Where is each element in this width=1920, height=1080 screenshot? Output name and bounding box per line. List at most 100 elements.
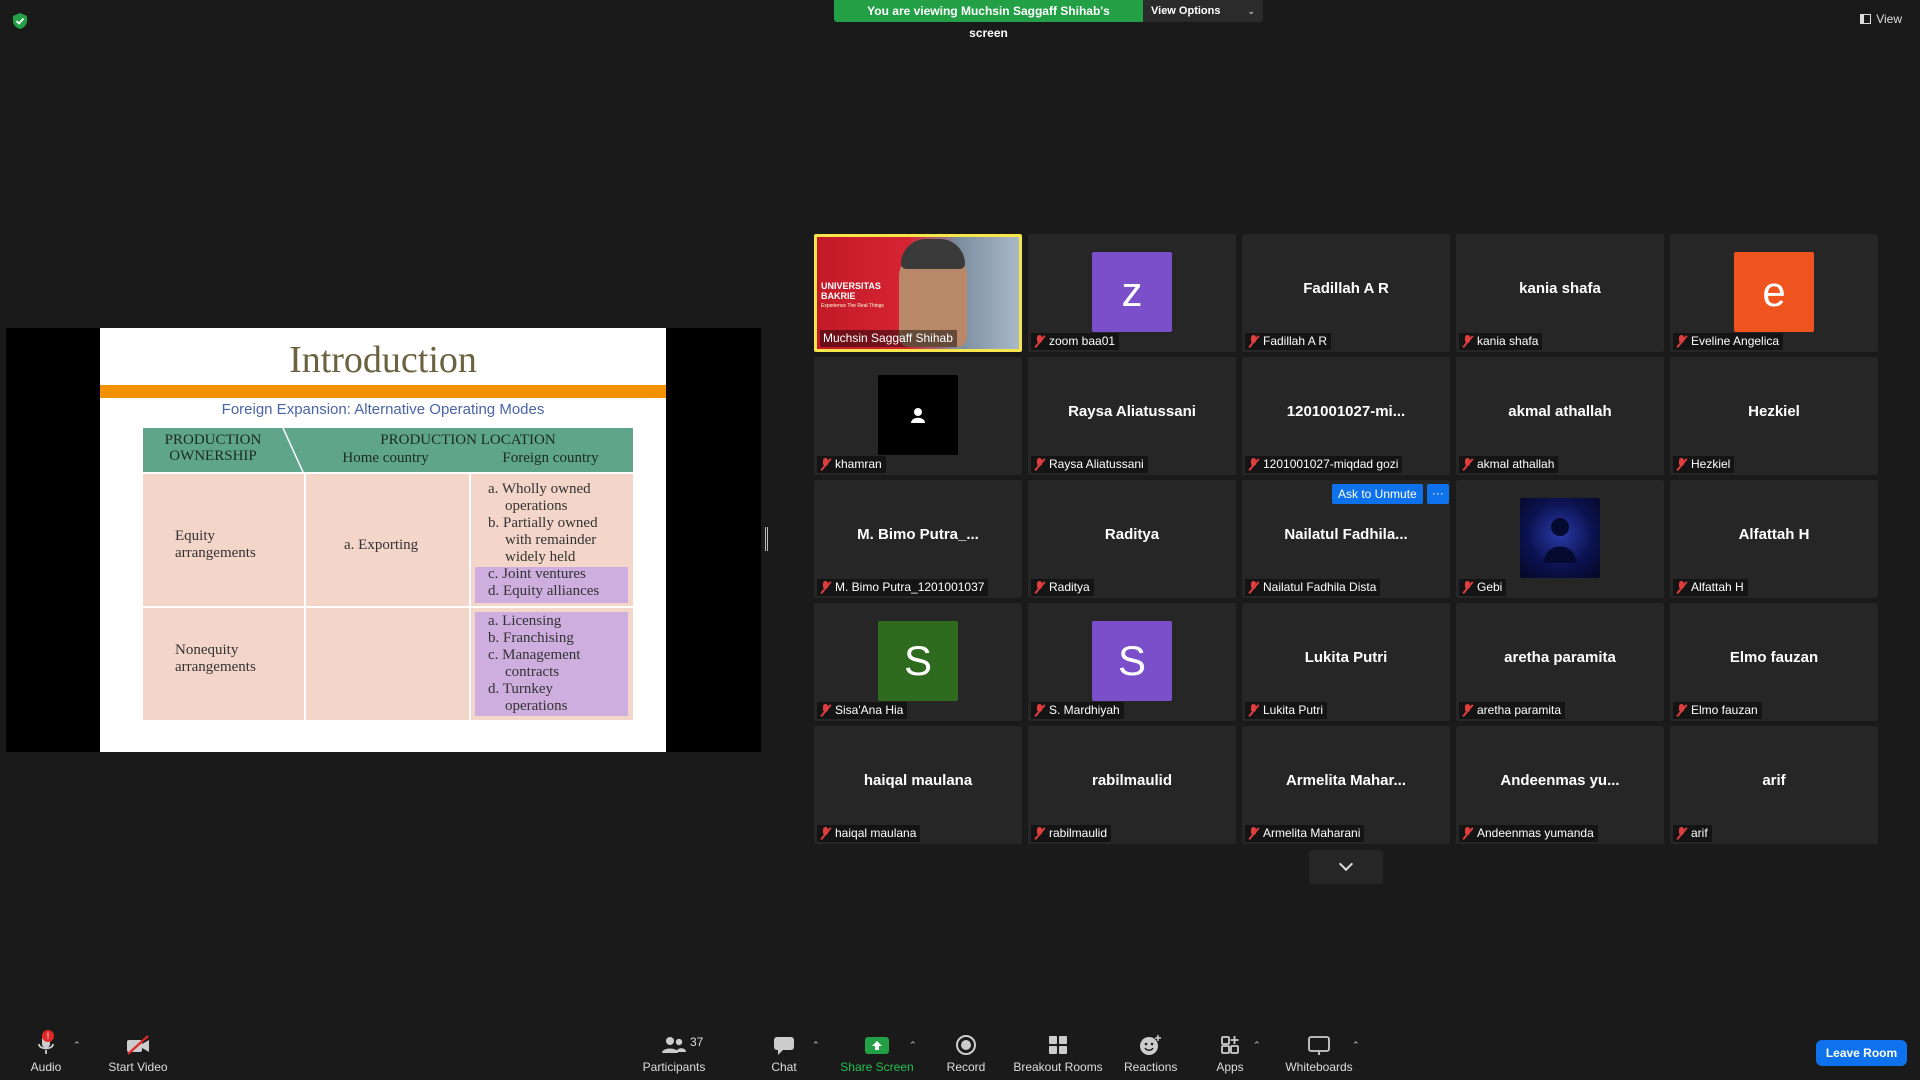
- participant-tile[interactable]: Raysa Aliatussani Raysa Aliatussani: [1028, 357, 1236, 475]
- participant-tile[interactable]: Raditya Raditya: [1028, 480, 1236, 598]
- participant-name-label: Lukita Putri: [1245, 702, 1328, 719]
- participant-name-label: Armelita Maharani: [1245, 825, 1365, 842]
- view-options-button[interactable]: View Options ⌄: [1143, 0, 1263, 22]
- participant-tile[interactable]: Hezkiel Hezkiel: [1670, 357, 1878, 475]
- participant-tile[interactable]: Armelita Mahar... Armelita Maharani: [1242, 726, 1450, 844]
- reactions-button[interactable]: Reactions: [1124, 1032, 1177, 1074]
- slide-title: Introduction: [289, 339, 477, 381]
- participant-display-name: Lukita Putri: [1304, 649, 1388, 666]
- start-video-button[interactable]: Start Video: [108, 1032, 168, 1074]
- participants-label: Participants: [642, 1060, 706, 1074]
- muted-microphone-icon: [820, 704, 831, 717]
- header-ownership-line2: OWNERSHIP: [169, 448, 257, 464]
- participant-tile[interactable]: rabilmaulid rabilmaulid: [1028, 726, 1236, 844]
- breakout-rooms-label: Breakout Rooms: [1013, 1060, 1103, 1074]
- share-screen-button[interactable]: Share Screen: [838, 1032, 916, 1074]
- chat-options-caret-icon[interactable]: ⌃: [812, 1040, 820, 1051]
- chat-button[interactable]: Chat: [766, 1032, 802, 1074]
- participant-display-name: Andeenmas yu...: [1500, 772, 1620, 789]
- participant-tile[interactable]: Alfattah H Alfattah H: [1670, 480, 1878, 598]
- view-button-label: View: [1876, 12, 1902, 26]
- view-button[interactable]: View: [1860, 12, 1902, 26]
- muted-microphone-icon: [1248, 458, 1259, 471]
- breakout-rooms-icon: [1049, 1036, 1067, 1054]
- audio-button[interactable]: ! Audio: [28, 1030, 64, 1074]
- security-shield-icon[interactable]: [11, 12, 29, 30]
- participant-tile[interactable]: Elmo fauzan Elmo fauzan: [1670, 603, 1878, 721]
- participant-name-label: M. Bimo Putra_1201001037: [817, 579, 989, 596]
- muted-microphone-icon: [1248, 581, 1259, 594]
- participant-name: kania shafa: [1477, 334, 1539, 348]
- participant-tile[interactable]: haiqal maulana haiqal maulana: [814, 726, 1022, 844]
- muted-microphone-icon: [1248, 704, 1259, 717]
- participant-name: Raysa Aliatussani: [1049, 457, 1144, 471]
- participant-name: Fadillah A R: [1263, 334, 1328, 348]
- participant-tile[interactable]: Fadillah A R Fadillah A R: [1242, 234, 1450, 352]
- view-options-label: View Options: [1151, 5, 1221, 17]
- header-home-country: Home country: [342, 450, 429, 466]
- apps-button[interactable]: Apps: [1212, 1032, 1248, 1074]
- participant-tile[interactable]: z zoom baa01: [1028, 234, 1236, 352]
- participant-tile[interactable]: Gebi: [1456, 480, 1664, 598]
- record-icon: [956, 1035, 976, 1055]
- participant-tile[interactable]: akmal athallah akmal athallah: [1456, 357, 1664, 475]
- record-button[interactable]: Record: [944, 1032, 988, 1074]
- speaker-cap: [901, 239, 965, 269]
- participant-tile[interactable]: S Sisa'Ana Hia: [814, 603, 1022, 721]
- header-ownership-line1: PRODUCTION: [164, 432, 262, 448]
- participant-name: Gebi: [1477, 580, 1503, 594]
- audio-options-caret-icon[interactable]: ⌃: [73, 1040, 81, 1051]
- start-video-label: Start Video: [108, 1060, 168, 1074]
- participant-tile[interactable]: aretha paramita aretha paramita: [1456, 603, 1664, 721]
- participant-name: akmal athallah: [1477, 457, 1555, 471]
- avatar: z: [1092, 252, 1172, 332]
- whiteboards-options-caret-icon[interactable]: ⌃: [1352, 1040, 1360, 1051]
- participant-tile[interactable]: e Eveline Angelica: [1670, 234, 1878, 352]
- gallery-next-page-button[interactable]: [1309, 850, 1383, 884]
- header-foreign-country: Foreign country: [502, 450, 599, 466]
- participant-name: zoom baa01: [1049, 334, 1116, 348]
- participant-tile[interactable]: S S. Mardhiyah: [1028, 603, 1236, 721]
- row2-foreign-2: b. Franchising: [488, 630, 574, 646]
- participant-name-label: Raditya: [1031, 579, 1094, 596]
- chat-icon: [774, 1037, 794, 1055]
- muted-microphone-icon: [1034, 458, 1045, 471]
- whiteboards-button[interactable]: Whiteboards: [1284, 1032, 1354, 1074]
- participant-name-label: haiqal maulana: [817, 825, 921, 842]
- participant-tile[interactable]: Andeenmas yu... Andeenmas yumanda: [1456, 726, 1664, 844]
- participant-tile[interactable]: kania shafa kania shafa: [1456, 234, 1664, 352]
- row1-foreign-7: d. Equity alliances: [488, 583, 600, 599]
- row2-foreign-1: a. Licensing: [488, 613, 562, 629]
- participant-tile[interactable]: khamran: [814, 357, 1022, 475]
- ask-to-unmute-button[interactable]: Ask to Unmute: [1332, 484, 1423, 504]
- participant-name-label: aretha paramita: [1459, 702, 1566, 719]
- apps-options-caret-icon[interactable]: ⌃: [1253, 1040, 1261, 1051]
- record-label: Record: [946, 1060, 986, 1074]
- row1-foreign-3: b. Partially owned: [488, 515, 598, 531]
- row1-foreign-4: with remainder: [505, 532, 597, 548]
- more-options-button[interactable]: ···: [1426, 484, 1449, 504]
- participant-name: Alfattah H: [1691, 580, 1744, 594]
- share-options-caret-icon[interactable]: ⌃: [909, 1040, 917, 1051]
- breakout-rooms-button[interactable]: Breakout Rooms: [1012, 1032, 1104, 1074]
- participant-name-label: Elmo fauzan: [1673, 702, 1762, 719]
- muted-microphone-icon: [1462, 458, 1473, 471]
- split-view-drag-handle[interactable]: [765, 527, 768, 551]
- participant-tile[interactable]: UNIVERSITAS BAKRIE Experience The Real Thi…: [814, 234, 1022, 352]
- participant-tile[interactable]: arif arif: [1670, 726, 1878, 844]
- audio-label: Audio: [30, 1060, 62, 1074]
- avatar: S: [1092, 621, 1172, 701]
- participant-display-name: arif: [1762, 772, 1786, 789]
- participant-name: M. Bimo Putra_1201001037: [835, 580, 985, 594]
- row2-foreign-6: operations: [505, 698, 568, 714]
- slide-orange-bar: [100, 385, 666, 398]
- participant-tile[interactable]: Lukita Putri Lukita Putri: [1242, 603, 1450, 721]
- participant-name: khamran: [835, 457, 882, 471]
- video-off-icon: [127, 1035, 149, 1055]
- leave-room-button[interactable]: Leave Room: [1816, 1040, 1907, 1066]
- participant-name-label: Gebi: [1459, 579, 1507, 596]
- participant-name: Hezkiel: [1691, 457, 1731, 471]
- participant-tile[interactable]: M. Bimo Putra_... M. Bimo Putra_120100103…: [814, 480, 1022, 598]
- participant-tile[interactable]: 1201001027-mi... 1201001027-miqdad gozi: [1242, 357, 1450, 475]
- participant-display-name: akmal athallah: [1508, 403, 1612, 420]
